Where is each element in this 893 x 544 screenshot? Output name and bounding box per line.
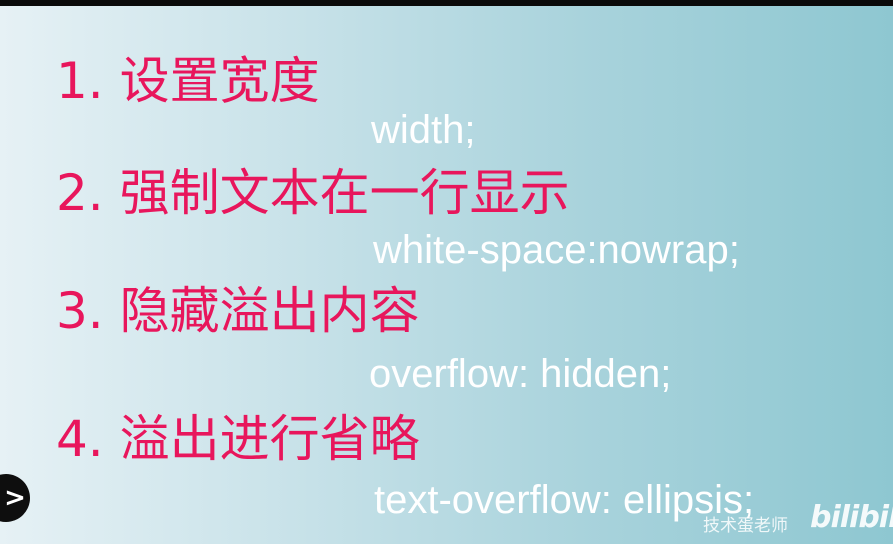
step-1-heading: 1. 设置宽度 xyxy=(56,52,320,110)
step-4-heading: 4. 溢出进行省略 xyxy=(56,410,420,468)
step-2-heading: 2. 强制文本在一行显示 xyxy=(56,164,570,222)
bilibili-logo: bilibili xyxy=(810,500,893,535)
play-icon: > xyxy=(4,483,26,513)
step-2-code: white-space:nowrap; xyxy=(373,228,740,272)
step-1-code: width; xyxy=(371,108,476,152)
step-4-code: text-overflow: ellipsis; xyxy=(374,478,755,522)
step-3-heading: 3. 隐藏溢出内容 xyxy=(56,282,420,340)
slide-canvas: 1. 设置宽度 width; 2. 强制文本在一行显示 white-space:… xyxy=(0,6,893,544)
step-3-code: overflow: hidden; xyxy=(369,352,672,396)
watermark-author: 技术蛋老师 xyxy=(703,516,788,536)
